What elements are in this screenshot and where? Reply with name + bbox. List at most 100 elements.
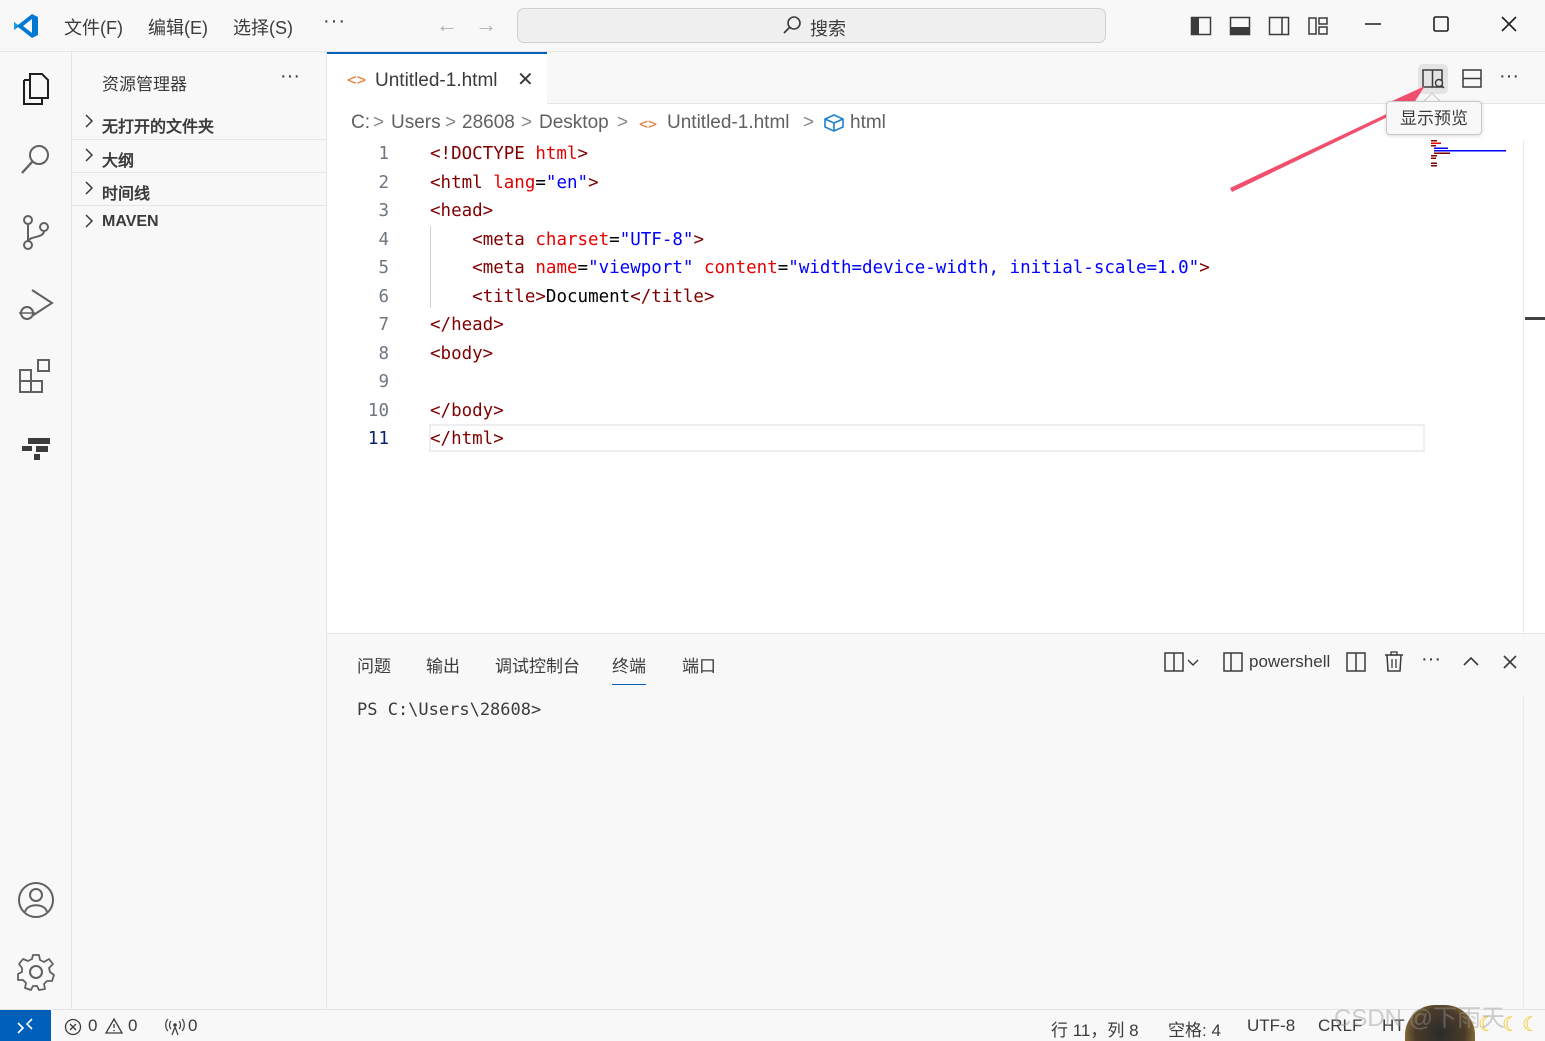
section-open-folder[interactable]: 无打开的文件夹 — [72, 106, 327, 139]
code-line[interactable]: 3 <head> — [327, 197, 1427, 225]
chevron-right-icon — [85, 181, 94, 195]
maximize-icon[interactable] — [1429, 12, 1453, 36]
error-icon — [64, 1018, 82, 1036]
toggle-primary-sidebar-icon[interactable] — [1190, 15, 1212, 37]
line-number: 10 — [367, 400, 389, 421]
tab-terminal[interactable]: 终端 — [612, 652, 646, 685]
error-count[interactable]: 0 — [88, 1016, 97, 1036]
tab-ports[interactable]: 端口 — [682, 652, 716, 677]
remote-explorer-icon[interactable] — [16, 428, 56, 468]
line-number: 5 — [378, 258, 389, 278]
tab-debug-console[interactable]: 调试控制台 — [495, 652, 580, 677]
status-bar: 0 0 0 行 11，列 8 空格: 4 UTF-8 CRLF HT — [0, 1009, 1545, 1041]
breadcrumb-item[interactable]: Desktop — [539, 112, 609, 134]
title-bar: 文件(F) 编辑(E) 选择(S) ··· ← → 搜索 — [0, 0, 1545, 52]
ports-count[interactable]: 0 — [188, 1016, 197, 1036]
code-line[interactable]: 11 </html> — [327, 425, 1427, 453]
tab-problems[interactable]: 问题 — [357, 652, 391, 677]
section-maven[interactable]: MAVEN — [72, 205, 327, 238]
search-label: 搜索 — [810, 19, 846, 39]
code-text: </html> — [430, 429, 504, 449]
code-line[interactable]: 7 </head> — [327, 311, 1427, 339]
tab-close-button[interactable]: ✕ — [517, 67, 534, 92]
code-editor[interactable]: 1 <!DOCTYPE html> 2 <html lang="en"> 3 <head>… — [327, 140, 1545, 633]
menu-more-button[interactable]: ··· — [323, 10, 346, 33]
line-number: 7 — [378, 315, 389, 335]
code-line[interactable]: 5 <meta name="viewport" content="width=d… — [327, 254, 1427, 282]
breadcrumb-item[interactable]: html — [850, 112, 886, 134]
bottom-panel: 问题 输出 调试控制台 终端 端口 powershell ··· PS C:\U… — [327, 633, 1545, 1010]
chevron-right-icon — [85, 214, 94, 228]
scrollbar-cursor-marker — [1525, 317, 1545, 320]
moon-icon: ☾ — [1522, 1014, 1540, 1036]
minimap[interactable] — [1431, 140, 1511, 170]
indentation[interactable]: 空格: 4 — [1168, 1016, 1221, 1041]
html-file-icon: <> — [639, 115, 658, 133]
chevron-down-icon[interactable] — [1185, 650, 1201, 674]
code-line[interactable]: 8 <body> — [327, 340, 1427, 368]
chevron-right-icon — [85, 114, 94, 128]
code-text: <title>Document</title> — [472, 286, 715, 307]
close-panel-icon[interactable] — [1498, 650, 1522, 674]
menu-file[interactable]: 文件(F) — [64, 14, 123, 40]
code-text: <meta name="viewport" content="width=dev… — [472, 258, 1210, 278]
breadcrumb-separator: > — [617, 112, 629, 133]
minimize-icon[interactable] — [1361, 12, 1385, 36]
remote-icon — [17, 1018, 33, 1034]
explorer-icon[interactable] — [16, 68, 56, 108]
search-icon — [783, 16, 801, 34]
line-number: 8 — [378, 343, 389, 364]
split-editor-button[interactable] — [1457, 64, 1487, 94]
breadcrumb-separator: > — [445, 112, 457, 133]
extensions-icon[interactable] — [16, 356, 56, 396]
menu-edit[interactable]: 编辑(E) — [148, 14, 208, 40]
breadcrumb-item[interactable]: Untitled-1.html — [667, 112, 790, 134]
maximize-panel-chevron-up-icon[interactable] — [1459, 650, 1483, 674]
warning-count[interactable]: 0 — [128, 1016, 137, 1036]
back-button[interactable]: ← — [436, 12, 458, 38]
search-icon[interactable] — [16, 140, 56, 180]
code-text: </body> — [430, 400, 504, 421]
code-line[interactable]: 9 — [327, 368, 1427, 396]
line-number: 2 — [378, 172, 389, 193]
file-encoding[interactable]: UTF-8 — [1247, 1016, 1295, 1036]
trash-icon[interactable] — [1382, 650, 1406, 674]
run-debug-icon[interactable] — [16, 284, 56, 324]
watermark: CSDN @下雨天 — [1334, 1005, 1506, 1032]
section-outline[interactable]: 大纲 — [72, 139, 327, 172]
toggle-secondary-sidebar-icon[interactable] — [1268, 15, 1290, 37]
tab-output[interactable]: 输出 — [426, 652, 460, 677]
editor-scrollbar[interactable] — [1523, 140, 1545, 633]
terminal-shell-label[interactable]: powershell — [1249, 652, 1330, 672]
settings-gear-icon[interactable] — [16, 952, 56, 992]
source-control-icon[interactable] — [16, 212, 56, 252]
customize-layout-icon[interactable] — [1307, 15, 1329, 37]
cursor-position[interactable]: 行 11，列 8 — [1051, 1016, 1139, 1041]
tab-untitled-1[interactable]: <> Untitled-1.html ✕ — [327, 52, 547, 104]
new-terminal-split-icon[interactable] — [1162, 650, 1186, 674]
split-terminal-icon[interactable] — [1344, 650, 1368, 674]
code-line[interactable]: 4 <meta charset="UTF-8"> — [327, 226, 1427, 254]
html-file-icon: <> — [347, 70, 367, 89]
menu-selection[interactable]: 选择(S) — [233, 14, 293, 40]
breadcrumb-item[interactable]: 28608 — [462, 112, 515, 134]
panel-more-button[interactable]: ··· — [1421, 648, 1441, 671]
terminal-prompt[interactable]: PS C:\Users\28608> — [357, 700, 541, 720]
code-line[interactable]: 10 </body> — [327, 397, 1427, 425]
warning-icon — [104, 1017, 124, 1034]
breadcrumb-item[interactable]: Users — [391, 112, 441, 134]
vscode-logo-icon — [14, 14, 38, 38]
command-center-search[interactable]: 搜索 — [517, 8, 1106, 43]
code-line[interactable]: 6 <title>Document</title> — [327, 283, 1427, 311]
section-timeline[interactable]: 时间线 — [72, 172, 327, 205]
editor-more-button[interactable]: ··· — [1499, 65, 1519, 88]
tab-label: Untitled-1.html — [375, 70, 498, 91]
forward-button[interactable]: → — [475, 12, 497, 38]
close-window-icon[interactable] — [1497, 12, 1521, 36]
sidebar-more-button[interactable]: ··· — [280, 65, 300, 88]
remote-indicator[interactable] — [0, 1010, 51, 1041]
toggle-panel-icon[interactable] — [1229, 15, 1251, 37]
terminal-scrollbar[interactable] — [1523, 696, 1545, 1010]
breadcrumb-item[interactable]: C: — [351, 112, 370, 134]
account-icon[interactable] — [16, 880, 56, 920]
